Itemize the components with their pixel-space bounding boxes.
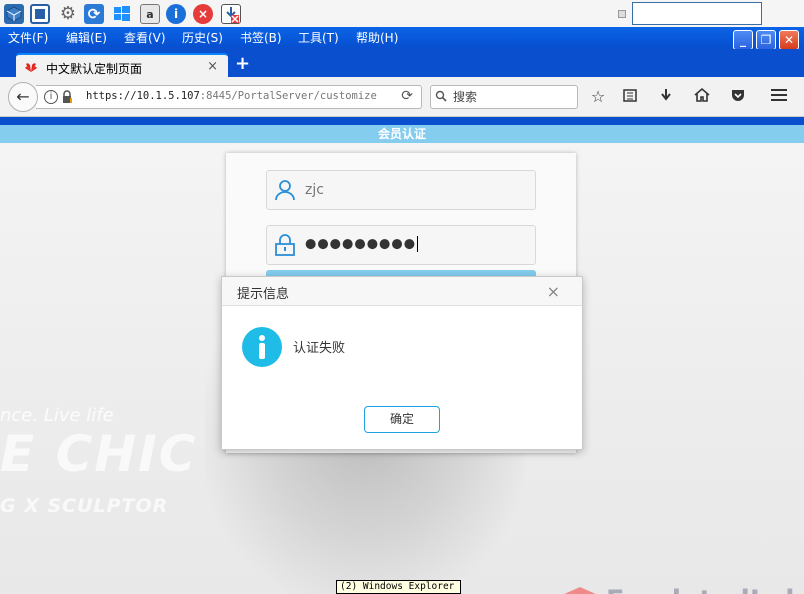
- dialog-close-icon[interactable]: ×: [547, 282, 560, 301]
- menu-file[interactable]: 文件(F): [8, 29, 48, 46]
- menu-view[interactable]: 查看(V): [124, 29, 166, 46]
- download-error-icon[interactable]: [221, 4, 241, 24]
- new-tab-button[interactable]: +: [235, 55, 250, 73]
- menu-bookmarks[interactable]: 书签(B): [240, 29, 282, 46]
- menu-hamburger-icon[interactable]: [769, 87, 789, 107]
- page-header: 会员认证: [0, 125, 804, 143]
- search-input[interactable]: [453, 88, 573, 106]
- password-field[interactable]: ●●●●●●●●●: [266, 225, 536, 265]
- info-icon: [242, 327, 282, 367]
- stacked-layers-icon: [564, 587, 596, 594]
- document-icon[interactable]: a: [140, 4, 160, 24]
- menu-help[interactable]: 帮助(H): [356, 29, 398, 46]
- dialog-header: 提示信息 ×: [222, 277, 582, 306]
- site-info-icon[interactable]: i: [44, 90, 58, 104]
- background-slogan: nce. Live life: [0, 405, 114, 426]
- dialog-title: 提示信息: [237, 287, 290, 302]
- menu-tools[interactable]: 工具(T): [298, 29, 339, 46]
- minimize-button[interactable]: _: [733, 30, 753, 50]
- remote-toolbar: ⚙ ⟳ a i ×: [0, 0, 804, 27]
- url-text: https://10.1.5.107:8445/PortalServer/cus…: [86, 90, 377, 102]
- taskbar-tooltip: (2) Windows Explorer: [336, 580, 461, 594]
- lock-icon: [275, 234, 295, 256]
- ok-button[interactable]: 确定: [364, 406, 440, 433]
- menu-edit[interactable]: 编辑(E): [66, 29, 107, 46]
- watermark-text: EmulatedLab: [606, 585, 804, 594]
- tab-strip: 中文默认定制页面 × +: [0, 49, 804, 79]
- window-close-button[interactable]: ✕: [779, 30, 799, 50]
- tab-close-icon[interactable]: ×: [207, 59, 218, 74]
- username-value: zjc: [305, 182, 324, 198]
- toolbar-checkbox[interactable]: [618, 10, 626, 18]
- url-path: :8445/PortalServer/customize: [199, 90, 377, 102]
- download-icon[interactable]: [656, 87, 676, 107]
- url-bar[interactable]: i https://10.1.5.107:8445/PortalServer/c…: [36, 85, 422, 109]
- alert-dialog: 提示信息 × 认证失败 确定: [221, 276, 583, 450]
- lock-warning-icon[interactable]: [62, 90, 72, 104]
- windows-icon[interactable]: [112, 4, 132, 24]
- fullscreen-icon[interactable]: [30, 4, 50, 24]
- cube-icon[interactable]: [4, 4, 24, 24]
- background-subtitle: G X SCULPTOR: [0, 495, 169, 517]
- home-icon[interactable]: [692, 87, 712, 107]
- reload-icon[interactable]: ⟳: [401, 88, 413, 104]
- dialog-message: 认证失败: [293, 341, 346, 356]
- gear-icon[interactable]: ⚙: [58, 4, 78, 24]
- password-value: ●●●●●●●●●: [305, 236, 419, 252]
- search-bar[interactable]: [430, 85, 578, 109]
- toolbar-input[interactable]: [632, 2, 762, 25]
- info-icon[interactable]: i: [166, 4, 186, 24]
- tab-active[interactable]: 中文默认定制页面 ×: [16, 53, 228, 79]
- user-icon: [275, 180, 295, 201]
- close-icon[interactable]: ×: [193, 4, 213, 24]
- navigation-bar: i https://10.1.5.107:8445/PortalServer/c…: [0, 77, 804, 117]
- tab-title: 中文默认定制页面: [46, 62, 143, 76]
- password-dots: ●●●●●●●●●: [305, 236, 417, 252]
- search-icon: [435, 90, 447, 102]
- back-button[interactable]: ←: [8, 82, 38, 112]
- text-caret: [417, 236, 419, 252]
- maximize-button[interactable]: ❐: [756, 30, 776, 50]
- emulatedlab-watermark: EmulatedLab: [558, 583, 804, 594]
- refresh-icon[interactable]: ⟳: [84, 4, 104, 24]
- menu-history[interactable]: 历史(S): [182, 29, 223, 46]
- background-title: E CHIC: [0, 425, 198, 483]
- url-host: https://10.1.5.107: [86, 90, 200, 102]
- menu-bar: 文件(F) 编辑(E) 查看(V) 历史(S) 书签(B) 工具(T) 帮助(H…: [0, 27, 804, 50]
- huawei-logo-icon: [25, 63, 37, 72]
- reading-list-icon[interactable]: [620, 87, 640, 107]
- bookmark-star-icon[interactable]: ☆: [588, 87, 608, 107]
- pocket-icon[interactable]: [728, 87, 748, 107]
- username-field[interactable]: zjc: [266, 170, 536, 210]
